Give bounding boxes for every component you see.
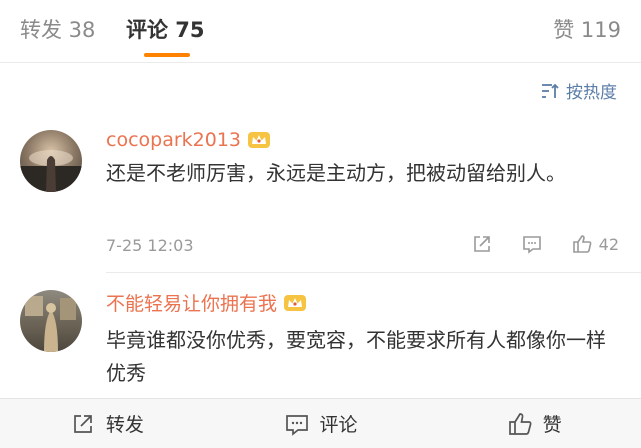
username-text: cocopark2013 xyxy=(106,129,242,151)
avatar-photo xyxy=(25,296,76,352)
sort-label: 按热度 xyxy=(566,83,617,103)
username-text: 不能轻易让你拥有我 xyxy=(106,293,278,315)
comment-username[interactable]: 不能轻易让你拥有我 xyxy=(106,289,307,316)
like-label: 赞 xyxy=(542,414,562,436)
reply-comment-button[interactable] xyxy=(521,233,543,255)
avatar[interactable] xyxy=(20,130,82,192)
comment-actions: 42 xyxy=(443,233,619,255)
comment-icon xyxy=(522,236,541,254)
like-count: 42 xyxy=(598,234,619,254)
repost-button[interactable]: 转发 xyxy=(0,399,214,448)
divider xyxy=(0,62,641,63)
sort-by-hot-button[interactable]: 按热度 xyxy=(540,78,617,103)
bottom-action-bar: 转发 评论 赞 xyxy=(0,398,641,448)
like-comment-button[interactable]: 42 xyxy=(571,233,619,255)
repost-label: 转发 xyxy=(105,414,144,436)
comment-text: 毕竟谁都没你优秀，要宽容，不能要求所有人都像你一样优秀 xyxy=(106,328,606,385)
thumbs-up-icon xyxy=(508,412,532,435)
share-icon xyxy=(473,236,490,252)
comment-text: 还是不老师厉害，永远是主动方，把被动留给别人。 xyxy=(106,161,566,185)
repost-comment-button[interactable] xyxy=(471,233,493,255)
tab-bar: 转发 38 评论 75 赞 119 xyxy=(0,0,641,62)
comment-icon xyxy=(285,414,308,436)
active-tab-indicator xyxy=(144,53,190,57)
comment-username[interactable]: cocopark2013 xyxy=(106,129,271,151)
like-button[interactable]: 赞 xyxy=(427,399,641,448)
share-icon xyxy=(73,414,92,433)
comment-divider xyxy=(106,272,641,273)
comment-label: 评论 xyxy=(319,414,358,436)
sort-icon xyxy=(542,83,559,98)
tab-comments[interactable]: 评论 75 xyxy=(126,14,205,44)
avatar-photo xyxy=(20,150,82,192)
comment-button[interactable]: 评论 xyxy=(214,399,428,448)
crown-icon xyxy=(284,294,307,311)
tab-repost[interactable]: 转发 38 xyxy=(20,14,95,44)
tab-likes[interactable]: 赞 119 xyxy=(553,14,621,44)
crown-icon xyxy=(248,132,271,148)
comment-time: 7-25 12:03 xyxy=(106,236,194,255)
avatar[interactable] xyxy=(20,290,82,352)
thumbs-up-icon xyxy=(572,235,592,253)
